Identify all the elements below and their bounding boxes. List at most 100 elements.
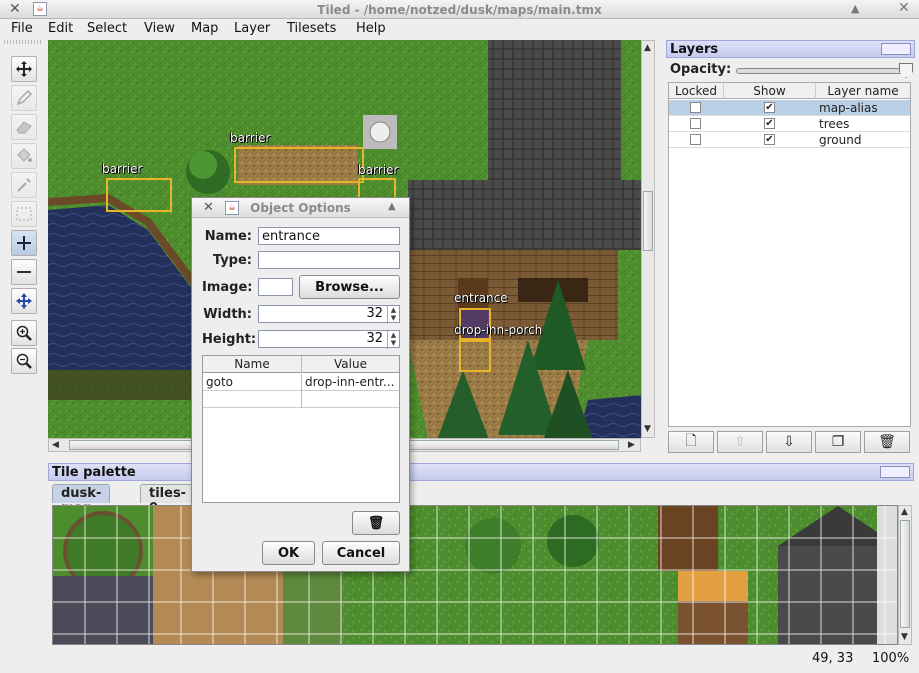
column-header-value[interactable]: Value xyxy=(302,356,399,373)
panel-minimize-button[interactable] xyxy=(881,43,911,55)
eraser-button[interactable] xyxy=(11,114,37,140)
remove-object-icon xyxy=(17,271,31,273)
property-name[interactable]: goto xyxy=(203,374,302,391)
width-spinner[interactable]: 32 ▲ ▼ xyxy=(258,305,400,324)
image-preview xyxy=(258,278,293,296)
duplicate-layer-icon: ❐ xyxy=(831,434,845,450)
layer-row-trees[interactable]: ✔ trees xyxy=(669,116,910,132)
menu-file[interactable]: File xyxy=(11,21,33,36)
opacity-slider-knob[interactable] xyxy=(899,63,913,78)
delete-layer-button[interactable]: 🗑 xyxy=(864,431,910,453)
layer-visible-checkbox[interactable]: ✔ xyxy=(764,102,775,113)
scrollbar-thumb[interactable] xyxy=(900,520,910,628)
move-object-button[interactable] xyxy=(11,288,37,314)
property-value[interactable] xyxy=(302,391,399,408)
menu-edit[interactable]: Edit xyxy=(48,21,73,36)
fill-button[interactable] xyxy=(11,143,37,169)
scroll-right-icon[interactable]: ▶ xyxy=(628,440,635,450)
layer-name: trees xyxy=(819,117,850,131)
column-header-layer-name[interactable]: Layer name xyxy=(816,83,910,99)
opacity-label: Opacity: xyxy=(670,62,732,77)
map-object-drop-inn-porch[interactable] xyxy=(459,340,491,372)
tab-dusk-map[interactable]: dusk-map xyxy=(52,484,111,516)
delete-property-button[interactable]: 🗑 xyxy=(352,511,400,535)
maximize-icon[interactable]: ▲ xyxy=(851,2,859,15)
map-object-barrier-2[interactable] xyxy=(234,147,364,183)
spinner-arrows-icon[interactable]: ▲ ▼ xyxy=(387,306,399,324)
close-icon[interactable]: ✕ xyxy=(898,0,910,16)
spinner-arrows-icon[interactable]: ▲ ▼ xyxy=(387,331,399,349)
browse-button[interactable]: Browse... xyxy=(299,275,400,299)
column-header-name[interactable]: Name xyxy=(203,356,302,373)
map-object-label: barrier xyxy=(230,131,271,145)
cancel-button[interactable]: Cancel xyxy=(322,541,400,565)
zoom-in-button[interactable] xyxy=(11,320,37,346)
layer-name: map-alias xyxy=(819,101,878,115)
marquee-select-icon xyxy=(16,207,32,221)
scroll-up-icon[interactable]: ▲ xyxy=(901,507,908,517)
menu-select[interactable]: Select xyxy=(87,21,127,36)
scroll-down-icon[interactable]: ▼ xyxy=(644,424,651,434)
menu-help[interactable]: Help xyxy=(356,21,386,36)
insert-object-icon xyxy=(17,236,31,250)
column-header-show[interactable]: Show xyxy=(724,83,816,99)
map-vertical-scrollbar[interactable]: ▲ ▼ xyxy=(641,40,655,438)
layer-row-ground[interactable]: ✔ ground xyxy=(669,132,910,148)
property-name[interactable] xyxy=(203,391,302,408)
map-object-barrier-1[interactable] xyxy=(106,178,172,212)
remove-object-button[interactable] xyxy=(11,259,37,285)
layer-row-map-alias[interactable]: ✔ map-alias xyxy=(669,100,910,116)
type-label: Type: xyxy=(212,253,252,268)
map-object-label: barrier xyxy=(102,162,143,176)
layer-locked-checkbox[interactable] xyxy=(690,118,701,129)
scroll-up-icon[interactable]: ▲ xyxy=(644,43,651,53)
zoom-out-button[interactable] xyxy=(11,348,37,374)
window-title: Tiled - /home/notzed/dusk/maps/main.tmx xyxy=(317,3,602,17)
property-row-empty[interactable] xyxy=(203,391,399,408)
pencil-icon xyxy=(16,89,33,106)
move-layer-up-button[interactable]: ⇧ xyxy=(717,431,763,453)
tab-tiles-0[interactable]: tiles-0 xyxy=(140,484,196,516)
menu-view[interactable]: View xyxy=(144,21,175,36)
name-field[interactable] xyxy=(258,227,400,245)
trash-icon: 🗑 xyxy=(367,515,385,531)
column-header-locked[interactable]: Locked xyxy=(669,83,724,99)
insert-object-button[interactable] xyxy=(11,230,37,256)
new-layer-button[interactable]: 🗋 xyxy=(668,431,714,453)
menu-tilesets[interactable]: Tilesets xyxy=(287,21,336,36)
type-field[interactable] xyxy=(258,251,400,269)
stamp-brush-button[interactable] xyxy=(11,85,37,111)
width-label: Width: xyxy=(203,307,252,322)
opacity-slider[interactable] xyxy=(736,63,913,78)
panel-minimize-button[interactable] xyxy=(880,466,910,478)
move-layer-down-button[interactable]: ⇩ xyxy=(766,431,812,453)
map-object-label: drop-inn-porch xyxy=(454,323,543,337)
ok-button[interactable]: OK xyxy=(262,541,315,565)
scroll-down-icon[interactable]: ▼ xyxy=(901,632,908,642)
menu-map[interactable]: Map xyxy=(191,21,218,36)
scrollbar-thumb[interactable] xyxy=(643,191,653,251)
new-layer-icon: 🗋 xyxy=(685,433,697,449)
picker-button[interactable] xyxy=(11,172,37,198)
layer-visible-checkbox[interactable]: ✔ xyxy=(764,118,775,129)
layer-locked-checkbox[interactable] xyxy=(690,102,701,113)
cursor-coordinates: 49, 33 xyxy=(812,651,854,666)
scroll-left-icon[interactable]: ◀ xyxy=(52,440,59,450)
layer-locked-checkbox[interactable] xyxy=(690,134,701,145)
move-layer-down-icon: ⇩ xyxy=(783,434,795,450)
tool-bar xyxy=(4,40,42,460)
properties-header: Name Value xyxy=(203,356,399,373)
menu-layer[interactable]: Layer xyxy=(234,21,270,36)
palette-vertical-scrollbar[interactable]: ▲ ▼ xyxy=(898,505,912,645)
property-value[interactable]: drop-inn-entr... xyxy=(302,374,399,391)
image-label: Image: xyxy=(202,280,253,295)
property-row[interactable]: goto drop-inn-entr... xyxy=(203,374,399,391)
height-label: Height: xyxy=(202,332,257,347)
duplicate-layer-button[interactable]: ❐ xyxy=(815,431,861,453)
tileset-grid[interactable] xyxy=(52,505,898,645)
maximize-icon[interactable]: ▲ xyxy=(388,201,396,212)
move-tool-button[interactable] xyxy=(11,56,37,82)
select-button[interactable] xyxy=(11,201,37,227)
layer-visible-checkbox[interactable]: ✔ xyxy=(764,134,775,145)
height-spinner[interactable]: 32 ▲ ▼ xyxy=(258,330,400,349)
